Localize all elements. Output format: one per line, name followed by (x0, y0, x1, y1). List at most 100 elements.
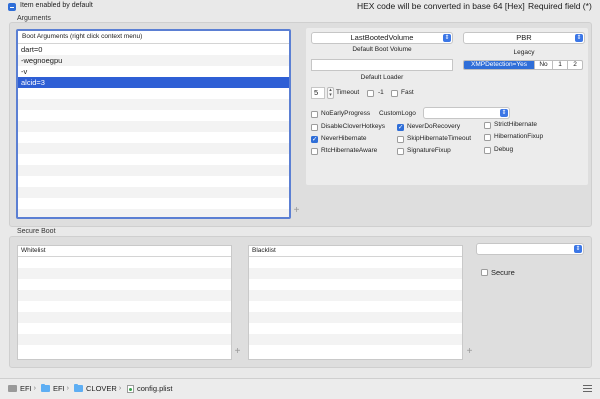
boot-arguments-list[interactable]: Boot Arguments (right click context menu… (16, 29, 291, 219)
empty-row (18, 176, 289, 187)
skip-hibernate-timeout-checkbox[interactable] (397, 136, 404, 143)
boot-arguments-header: Boot Arguments (right click context menu… (18, 31, 289, 44)
boot-arg-row-selected[interactable]: alcid=3 (18, 77, 289, 88)
hamburger-icon[interactable] (583, 385, 592, 393)
never-do-recovery-checkbox[interactable] (397, 123, 404, 131)
empty-row (18, 154, 289, 165)
empty-row (18, 290, 231, 301)
empty-row (18, 279, 231, 290)
path-crumb-disk[interactable]: EFI › (8, 384, 38, 393)
xmp-segment-1[interactable]: 1 (552, 61, 567, 69)
debug-checkbox[interactable] (484, 147, 491, 154)
custom-logo-popup[interactable]: ⇕ (423, 107, 510, 119)
add-boot-arg-button[interactable]: + (292, 206, 301, 216)
empty-row (18, 88, 289, 99)
empty-row (18, 312, 231, 323)
empty-row (18, 132, 289, 143)
boot-arg-row[interactable]: -v (18, 66, 289, 77)
no-early-progress-checkbox[interactable] (311, 111, 318, 118)
boot-arg-row[interactable]: -wegnoegpu (18, 55, 289, 66)
path-crumb-clover[interactable]: CLOVER › (74, 383, 123, 393)
empty-row (18, 209, 289, 217)
rtc-hibernate-aware-checkbox[interactable] (311, 148, 318, 155)
default-loader-field[interactable] (311, 59, 453, 71)
chevron-updown-icon: ⇕ (574, 245, 582, 253)
timeout-field[interactable]: 5 (311, 87, 325, 99)
empty-row (18, 110, 289, 121)
path-crumb-efi[interactable]: EFI › (41, 383, 71, 393)
plus-icon: + (234, 346, 241, 357)
item-enabled-checkbox[interactable] (8, 3, 16, 11)
empty-row (18, 99, 289, 110)
empty-row (18, 187, 289, 198)
secure-label: Secure (491, 268, 515, 277)
minus-one-label: -1 (378, 89, 384, 96)
default-boot-volume-popup[interactable]: LastBootedVolume ⇕ (311, 32, 453, 44)
whitelist-table[interactable]: Whitelist (17, 245, 232, 360)
never-hibernate-checkbox[interactable] (311, 135, 318, 143)
folder-icon (74, 383, 83, 392)
empty-row (18, 323, 231, 334)
empty-row (249, 290, 462, 301)
signature-fixup-label: SignatureFixup (407, 147, 451, 154)
never-do-recovery-label: NeverDoRecovery (407, 123, 461, 130)
fast-checkbox[interactable] (391, 90, 398, 97)
strict-hibernate-label: StrictHibernate (494, 121, 537, 128)
skip-hibernate-timeout-label: SkipHibernateTimeout (407, 135, 472, 142)
plist-file-icon (127, 384, 134, 393)
secure-boot-section-label: Secure Boot (17, 228, 56, 235)
empty-row (18, 198, 289, 209)
empty-row (249, 334, 462, 345)
debug-label: Debug (494, 146, 514, 153)
never-hibernate-label: NeverHibernate (321, 135, 367, 142)
secure-boot-policy-popup[interactable]: ⇕ (476, 243, 584, 255)
empty-row (249, 301, 462, 312)
path-crumb-config-plist[interactable]: config.plist (127, 384, 172, 393)
xmp-detection-segmented[interactable]: XMPDetection=Yes No 1 2 (463, 60, 583, 70)
custom-logo-label: CustomLogo (379, 110, 416, 117)
empty-row (249, 268, 462, 279)
hibernation-fixup-label: HibernationFixup (494, 133, 544, 140)
strict-hibernate-checkbox[interactable] (484, 122, 491, 129)
fast-label: Fast (401, 89, 414, 96)
default-boot-volume-value: LastBootedVolume (350, 33, 414, 42)
chevron-updown-icon: ⇕ (443, 34, 451, 42)
timeout-label: Timeout (336, 89, 360, 96)
disable-clover-hotkeys-checkbox[interactable] (311, 124, 318, 131)
empty-row (18, 301, 231, 312)
chevron-updown-icon: ⇕ (500, 109, 508, 117)
timeout-stepper[interactable]: ▴ ▾ (327, 87, 334, 99)
whitelist-header: Whitelist (18, 246, 231, 257)
default-loader-caption: Default Loader (360, 74, 404, 81)
legacy-caption: Legacy (513, 49, 535, 56)
default-boot-volume-caption: Default Boot Volume (352, 46, 412, 53)
empty-row (249, 323, 462, 334)
add-blacklist-button[interactable]: + (465, 346, 474, 357)
hex-info-text: HEX code will be converted in base 64 [H… (357, 1, 525, 11)
blacklist-table[interactable]: Blacklist (248, 245, 463, 360)
chevron-updown-icon: ⇕ (575, 34, 583, 42)
add-whitelist-button[interactable]: + (233, 346, 242, 357)
empty-row (18, 257, 231, 268)
empty-row (18, 165, 289, 176)
plus-icon: + (466, 346, 473, 357)
empty-row (18, 334, 231, 345)
required-field-text: Required field (*) (528, 1, 592, 11)
xmp-segment-no[interactable]: No (534, 61, 552, 69)
xmp-segment-yes[interactable]: XMPDetection=Yes (464, 61, 534, 69)
rtc-hibernate-aware-label: RtcHibernateAware (321, 147, 378, 154)
legacy-popup[interactable]: PBR ⇕ (463, 32, 585, 44)
empty-row (18, 121, 289, 132)
empty-row (18, 345, 231, 356)
folder-icon (41, 383, 50, 392)
signature-fixup-checkbox[interactable] (397, 148, 404, 155)
hibernation-fixup-checkbox[interactable] (484, 134, 491, 141)
item-enabled-label: Item enabled by default (20, 2, 93, 9)
minus-one-checkbox[interactable] (367, 90, 374, 97)
boot-arg-row[interactable]: dart=0 (18, 44, 289, 55)
empty-row (249, 345, 462, 356)
xmp-segment-2[interactable]: 2 (567, 61, 582, 69)
no-early-progress-label: NoEarlyProgress (321, 110, 371, 117)
secure-checkbox[interactable] (481, 269, 488, 276)
path-bar: EFI › EFI › CLOVER › config.plist (0, 378, 600, 399)
